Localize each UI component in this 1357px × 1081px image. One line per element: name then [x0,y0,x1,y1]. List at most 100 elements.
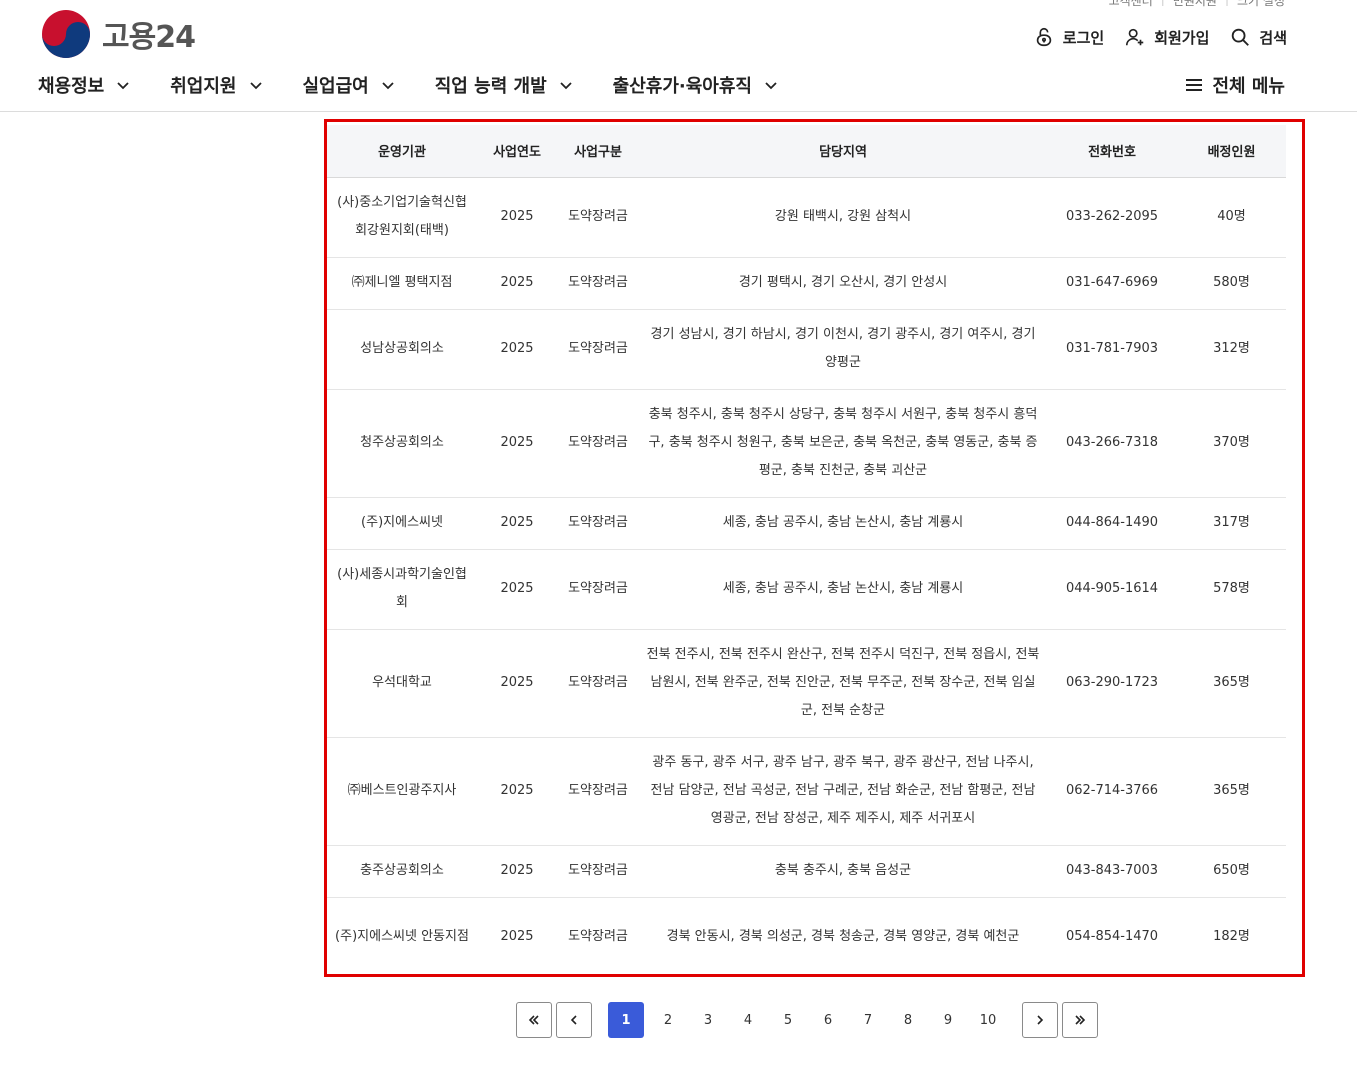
page-number[interactable]: 5 [768,1002,808,1038]
main-navigation: 채용정보 취업지원 실업급여 직업 능력 개발 출산휴가·육아휴직 [38,72,818,98]
count-cell: 40명 [1177,177,1286,258]
phone-cell: 063-290-1723 [1047,629,1177,738]
page-number[interactable]: 8 [888,1002,928,1038]
area-cell: 세종, 충남 공주시, 충남 논산시, 충남 계룡시 [639,497,1047,550]
org-cell: (주)지에스씨넷 [327,497,477,550]
org-cell: ㈜베스트인광주지사 [327,737,477,846]
year-cell: 2025 [477,257,557,310]
double-chevron-left-icon [528,1015,539,1025]
count-cell: 580명 [1177,257,1286,310]
count-cell: 650명 [1177,845,1286,898]
count-cell: 370명 [1177,389,1286,498]
page-number[interactable]: 2 [648,1002,688,1038]
table-row: ㈜제니엘 평택지점 2025 도약장려금 경기 평택시, 경기 오산시, 경기 … [327,257,1286,310]
type-cell: 도약장려금 [557,257,639,310]
org-cell: ㈜제니엘 평택지점 [327,257,477,310]
type-cell: 도약장려금 [557,389,639,498]
year-cell: 2025 [477,497,557,550]
year-cell: 2025 [477,309,557,390]
next-page-button[interactable] [1022,1002,1058,1038]
nav-label: 직업 능력 개발 [434,76,547,97]
page-number[interactable]: 6 [808,1002,848,1038]
phone-cell: 043-266-7318 [1047,389,1177,498]
all-menu-button[interactable]: 전체 메뉴 [1184,72,1285,98]
table-row: 충주상공회의소 2025 도약장려금 충북 충주시, 충북 음성군 043-84… [327,845,1286,898]
column-header: 담당지역 [639,125,1047,178]
user-add-icon [1126,28,1144,46]
divider: | [1225,0,1229,9]
page-number[interactable]: 7 [848,1002,888,1038]
phone-cell: 043-843-7003 [1047,845,1177,898]
login-button[interactable]: 로그인 [1033,26,1104,48]
table-row: (주)지에스씨넷 2025 도약장려금 세종, 충남 공주시, 충남 논산시, … [327,497,1286,550]
search-label: 검색 [1259,28,1287,47]
page-number-current[interactable]: 1 [608,1002,644,1038]
phone-cell: 031-781-7903 [1047,309,1177,390]
customer-center-link[interactable]: 고객센터 [1109,0,1153,9]
page-number[interactable]: 9 [928,1002,968,1038]
table-row: 성남상공회의소 2025 도약장려금 경기 성남시, 경기 하남시, 경기 이천… [327,309,1286,390]
pagination: 1 2 3 4 5 6 7 8 9 10 [516,1002,1098,1038]
table-header-row: 운영기관 사업연도 사업구분 담당지역 전화번호 배정인원 [327,125,1286,178]
top-utility-links: 고객센터 | 민원지원 | 크기 설정 [1109,0,1285,9]
last-page-button[interactable] [1062,1002,1098,1038]
font-size-setting-link[interactable]: 크기 설정 [1237,0,1285,9]
year-cell: 2025 [477,737,557,846]
prev-page-button[interactable] [556,1002,592,1038]
search-button[interactable]: 검색 [1229,26,1287,48]
year-cell: 2025 [477,629,557,738]
nav-item-vocational-training[interactable]: 직업 능력 개발 [435,72,573,98]
civil-support-link[interactable]: 민원지원 [1173,0,1217,9]
lock-icon [1036,27,1052,47]
chevron-down-icon [765,82,777,90]
table-row: ㈜베스트인광주지사 2025 도약장려금 광주 동구, 광주 서구, 광주 남구… [327,737,1286,846]
column-header: 사업연도 [477,125,557,178]
count-cell: 317명 [1177,497,1286,550]
site-logo[interactable]: 고용24 [40,8,196,60]
site-header: 고객센터 | 민원지원 | 크기 설정 고용24 로그인 [0,0,1357,112]
nav-label: 출산휴가·육아휴직 [612,76,752,97]
chevron-down-icon [117,82,129,90]
login-label: 로그인 [1062,28,1105,47]
org-cell: (사)중소기업기술혁신협회강원지회(태백) [327,177,477,258]
table-row: (사)중소기업기술혁신협회강원지회(태백) 2025 도약장려금 강원 태백시,… [327,177,1286,258]
taegeuk-logo-icon [42,10,90,58]
type-cell: 도약장려금 [557,309,639,390]
chevron-left-icon [570,1015,577,1025]
nav-label: 취업지원 [170,76,237,97]
year-cell: 2025 [477,845,557,898]
nav-item-employment-support[interactable]: 취업지원 [170,72,262,98]
area-cell: 경북 안동시, 경북 의성군, 경북 청송군, 경북 영양군, 경북 예천군 [666,929,1020,945]
type-cell: 도약장려금 [557,497,639,550]
column-header: 전화번호 [1047,125,1177,178]
year-cell: 2025 [477,389,557,498]
count-cell: 312명 [1177,309,1286,390]
type-cell: 도약장려금 [557,177,639,258]
search-icon [1232,28,1250,46]
column-header: 사업구분 [557,125,639,178]
page-number[interactable]: 3 [688,1002,728,1038]
area-cell: 경기 성남시, 경기 하남시, 경기 이천시, 경기 광주시, 경기 여주시, … [639,309,1047,390]
type-cell: 도약장려금 [557,845,639,898]
first-page-button[interactable] [516,1002,552,1038]
nav-item-parental-leave[interactable]: 출산휴가·육아휴직 [613,72,778,98]
count-cell: 578명 [1177,549,1286,630]
phone-cell: 044-905-1614 [1047,549,1177,630]
page-number[interactable]: 10 [968,1002,1008,1038]
signup-button[interactable]: 회원가입 [1124,26,1209,48]
nav-item-job-info[interactable]: 채용정보 [38,72,130,98]
table-row: 우석대학교 2025 도약장려금 전북 전주시, 전북 전주시 완산구, 전북 … [327,629,1286,738]
year-cell: 2025 [500,929,534,945]
page-number[interactable]: 4 [728,1002,768,1038]
phone-cell: 054-854-1470 [1065,929,1159,945]
divider: | [1161,0,1165,9]
chevron-down-icon [382,82,394,90]
count-cell: 182명 [1213,929,1250,945]
org-cell: 청주상공회의소 [327,389,477,498]
table-row: (사)세종시과학기술인협회 2025 도약장려금 세종, 충남 공주시, 충남 … [327,549,1286,630]
nav-label: 채용정보 [38,76,105,97]
nav-item-unemployment-benefits[interactable]: 실업급여 [303,72,395,98]
phone-cell: 044-864-1490 [1047,497,1177,550]
org-cell: 성남상공회의소 [327,309,477,390]
year-cell: 2025 [477,549,557,630]
